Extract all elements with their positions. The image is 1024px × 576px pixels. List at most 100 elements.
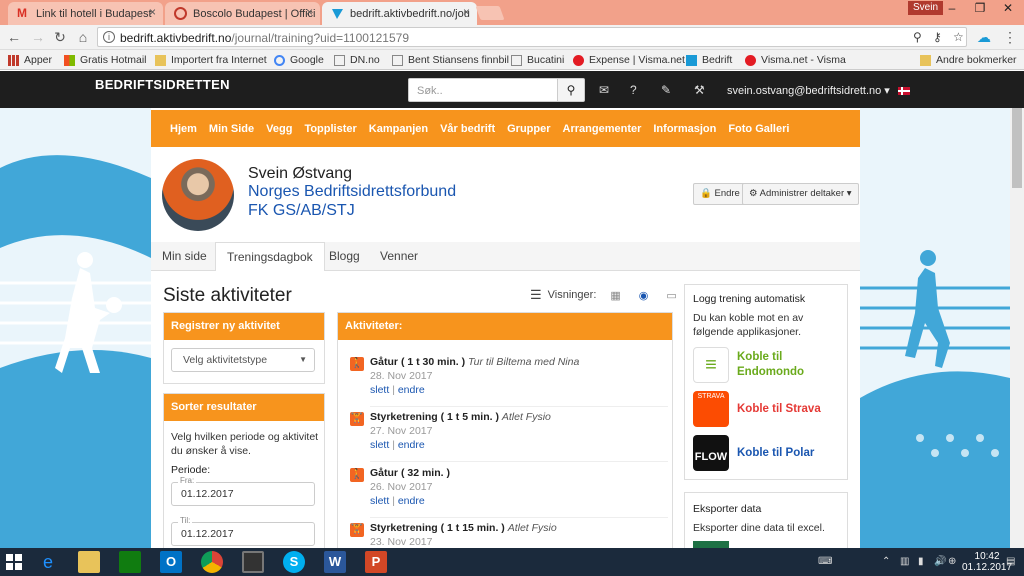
calendar-view-icon[interactable]: ▦ <box>610 289 620 302</box>
bookmark-visma[interactable]: Visma.net - Visma <box>745 53 846 67</box>
forward-icon[interactable]: → <box>30 29 46 45</box>
nav-grupper[interactable]: Grupper <box>507 123 550 135</box>
tray-arrow-icon[interactable]: ⌃ <box>882 556 890 567</box>
word-icon[interactable]: W <box>324 551 346 573</box>
nav-informasjon[interactable]: Informasjon <box>653 123 716 135</box>
new-tab-button[interactable] <box>475 6 505 20</box>
bookmark-other[interactable]: Andre bokmerker <box>920 53 1017 67</box>
bookmark-google[interactable]: Google <box>274 53 324 67</box>
avatar[interactable] <box>162 159 234 231</box>
activity-title[interactable]: Gåtur ( 1 t 30 min. ) Tur til Biltema me… <box>370 356 579 368</box>
close-icon[interactable]: × <box>149 5 156 19</box>
store-icon[interactable] <box>119 551 141 573</box>
activity-type-select[interactable]: Velg aktivitetstype ▼ <box>171 348 315 372</box>
bookmark-imported[interactable]: Importert fra Internet <box>155 53 267 67</box>
nav-min-side[interactable]: Min Side <box>209 123 254 135</box>
keyboard-icon[interactable]: ⌨ <box>818 556 832 567</box>
bookmark-hotmail[interactable]: Gratis Hotmail <box>64 53 147 67</box>
tab-boscolo[interactable]: Boscolo Budapest | Offici × <box>165 2 320 25</box>
key-icon[interactable]: ⚷ <box>933 30 942 44</box>
back-icon[interactable]: ← <box>6 29 22 45</box>
outlook-icon[interactable]: O <box>160 551 182 573</box>
nav-var-bedrift[interactable]: Vår bedrift <box>440 123 495 135</box>
nav-foto-galleri[interactable]: Foto Galleri <box>728 123 789 135</box>
minimize-icon[interactable]: – <box>938 0 966 18</box>
bookmark-dn[interactable]: DN.no <box>334 53 380 67</box>
search-button[interactable]: ⚲ <box>557 78 585 102</box>
connect-strava[interactable]: STRAVA Koble til Strava <box>693 391 833 427</box>
edit-link[interactable]: endre <box>398 439 425 451</box>
tab-aktivbedrift[interactable]: bedrift.aktivbedrift.no/jou × <box>322 2 477 25</box>
menu-icon[interactable]: ⋮ <box>1002 29 1018 45</box>
battery-icon[interactable]: ▮ <box>918 556 924 567</box>
activity-title[interactable]: Styrketrening ( 1 t 15 min. ) Atlet Fysi… <box>370 522 557 534</box>
tab-gmail[interactable]: M Link til hotell i Budapest × <box>8 2 163 25</box>
delete-link[interactable]: slett <box>370 439 389 451</box>
windows-start-icon[interactable] <box>6 554 22 570</box>
network-icon[interactable]: ▥ <box>900 556 909 567</box>
remote-desktop-icon[interactable] <box>242 551 264 573</box>
connect-endomondo[interactable]: ≡ Koble til Endomondo <box>693 347 833 383</box>
bookmark-apps[interactable]: Apper <box>8 53 52 67</box>
edit-profile-button[interactable]: 🔒 Endre <box>693 183 747 205</box>
nav-vegg[interactable]: Vegg <box>266 123 292 135</box>
site-logo[interactable]: BEDRIFTSIDRETTEN <box>95 77 230 92</box>
gmail-icon: M <box>17 6 27 20</box>
url-field[interactable]: i bedrift.aktivbedrift.no/journal/traini… <box>97 27 967 47</box>
edit-link[interactable]: endre <box>398 384 425 396</box>
volume-icon[interactable]: 🔊 <box>934 556 946 567</box>
compact-view-icon[interactable]: ▭ <box>666 289 676 302</box>
nav-topplister[interactable]: Topplister <box>304 123 356 135</box>
wrench-icon[interactable]: ⚒ <box>694 83 705 97</box>
info-icon[interactable]: i <box>103 31 115 43</box>
close-window-icon[interactable]: ✕ <box>994 0 1022 18</box>
connect-polar[interactable]: FLOW Koble til Polar <box>693 435 833 471</box>
nav-hjem[interactable]: Hjem <box>170 123 197 135</box>
user-menu[interactable]: svein.ostvang@bedriftsidrett.no ▾ <box>727 84 890 97</box>
reload-icon[interactable]: ↻ <box>52 29 68 45</box>
nav-kampanjen[interactable]: Kampanjen <box>369 123 428 135</box>
notifications-icon[interactable]: ▤ <box>1006 556 1015 567</box>
admin-participant-button[interactable]: ⚙ Administrer deltaker ▾ <box>742 183 859 205</box>
help-icon[interactable]: ? <box>630 83 637 97</box>
bookmark-finnbil[interactable]: Bent Stiansens finnbil <box>392 53 509 67</box>
delete-link[interactable]: slett <box>370 495 389 507</box>
tab-venner[interactable]: Venner <box>369 242 429 271</box>
ie-icon[interactable]: e <box>37 551 59 573</box>
maximize-icon[interactable]: ❐ <box>966 0 994 18</box>
file-explorer-icon[interactable] <box>78 551 100 573</box>
edit-link[interactable]: endre <box>398 495 425 507</box>
close-icon[interactable]: × <box>306 5 313 19</box>
pencil-icon[interactable]: ✎ <box>661 83 671 97</box>
scrollbar-thumb[interactable] <box>1012 108 1022 188</box>
bookmark-bedrift[interactable]: Bedrift <box>686 53 732 67</box>
powerpoint-icon[interactable]: P <box>365 551 387 573</box>
radio-view-icon[interactable]: ◉ <box>639 289 649 302</box>
search-input[interactable]: Søk.. <box>408 78 558 102</box>
norway-flag-icon[interactable] <box>898 87 910 95</box>
activity-title[interactable]: Gåtur ( 32 min. ) <box>370 467 450 479</box>
taskbar-clock[interactable]: 10:42 01.12.2017 <box>962 551 1012 573</box>
nav-arrangementer[interactable]: Arrangementer <box>563 123 642 135</box>
bookmark-bucatini[interactable]: Bucatini <box>511 53 564 67</box>
delete-link[interactable]: slett <box>370 384 389 396</box>
zoom-icon[interactable]: ⚲ <box>913 30 922 44</box>
home-icon[interactable]: ⌂ <box>75 29 91 45</box>
profile-club[interactable]: FK GS/AB/STJ <box>248 202 355 220</box>
language-icon[interactable]: ⊕ <box>948 556 956 567</box>
bookmark-expense[interactable]: Expense | Visma.net <box>573 53 685 67</box>
star-icon[interactable]: ☆ <box>953 30 964 44</box>
close-icon[interactable]: × <box>463 5 470 19</box>
to-date-field[interactable]: 01.12.2017 <box>171 522 315 546</box>
tab-min-side[interactable]: Min side <box>151 242 218 271</box>
activity-title[interactable]: Styrketrening ( 1 t 5 min. ) Atlet Fysio <box>370 411 551 423</box>
chrome-icon[interactable] <box>201 551 223 573</box>
cloud-icon[interactable]: ☁ <box>976 29 992 45</box>
from-date-field[interactable]: 01.12.2017 <box>171 482 315 506</box>
skype-icon[interactable]: S <box>283 551 305 573</box>
tab-blogg[interactable]: Blogg <box>318 242 371 271</box>
profile-organization[interactable]: Norges Bedriftsidrettsforbund <box>248 183 456 201</box>
mail-icon[interactable]: ✉ <box>599 83 609 97</box>
tab-treningsdagbok[interactable]: Treningsdagbok <box>215 242 325 271</box>
list-view-icon[interactable]: ☰ <box>530 287 542 303</box>
